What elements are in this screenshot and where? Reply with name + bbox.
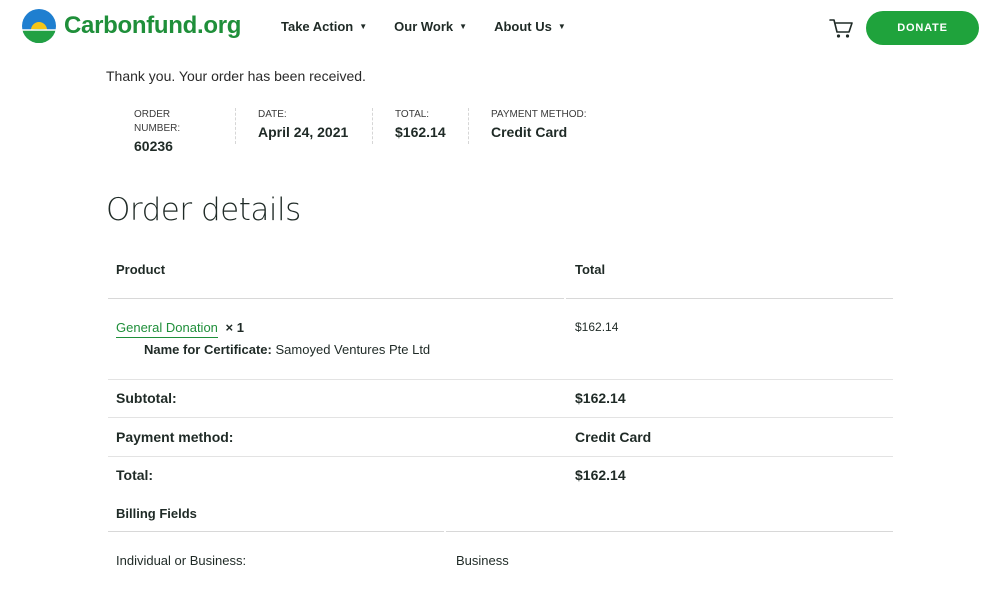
- donate-button[interactable]: DONATE: [866, 11, 979, 45]
- table-divider: [108, 456, 893, 457]
- nav-label: About Us: [494, 19, 552, 34]
- billing-field-value: Business: [456, 553, 509, 568]
- nav-about-us[interactable]: About Us ▼: [494, 19, 566, 34]
- item-meta-label: Name for Certificate:: [144, 342, 272, 357]
- table-divider: [108, 531, 444, 532]
- item-total: $162.14: [575, 320, 619, 334]
- nav-label: Our Work: [394, 19, 454, 34]
- overview-label: ORDER NUMBER:: [134, 109, 181, 134]
- billing-fields-title: Billing Fields: [116, 506, 197, 521]
- table-divider: [108, 298, 564, 299]
- total-value: $162.14: [575, 467, 626, 483]
- table-divider: [566, 298, 893, 299]
- site-header: Carbonfund.org Take Action ▼ Our Work ▼ …: [0, 0, 1000, 56]
- overview-order-number: ORDER NUMBER: 60236: [112, 108, 235, 154]
- table-divider: [108, 379, 893, 380]
- overview-label: TOTAL:: [395, 109, 430, 120]
- item-meta: Name for Certificate: Samoyed Ventures P…: [144, 342, 430, 357]
- overview-value: Credit Card: [491, 124, 568, 140]
- nav-label: Take Action: [281, 19, 354, 34]
- nav-take-action[interactable]: Take Action ▼: [281, 19, 367, 34]
- overview-value: 60236: [134, 138, 173, 154]
- caret-down-icon: ▼: [557, 22, 566, 31]
- product-quantity: × 1: [225, 320, 244, 335]
- overview-label: DATE:: [258, 109, 287, 120]
- overview-total: TOTAL: $162.14: [372, 108, 468, 144]
- thank-you-message: Thank you. Your order has been received.: [106, 68, 366, 84]
- order-details-title: Order details: [106, 192, 301, 228]
- order-item: General Donation × 1: [116, 320, 244, 338]
- order-overview: ORDER NUMBER: 60236 DATE: April 24, 2021…: [112, 108, 609, 154]
- table-divider: [108, 417, 893, 418]
- logo-icon: [22, 9, 56, 43]
- item-meta-value: Samoyed Ventures Pte Ltd: [275, 342, 431, 357]
- overview-value: $162.14: [395, 124, 446, 140]
- caret-down-icon: ▼: [459, 22, 468, 31]
- overview-label: PAYMENT METHOD:: [491, 109, 587, 120]
- caret-down-icon: ▼: [359, 22, 368, 31]
- product-link[interactable]: General Donation: [116, 320, 218, 338]
- logo[interactable]: Carbonfund.org: [21, 8, 241, 44]
- cart-icon[interactable]: [829, 17, 853, 39]
- total-label: Total:: [116, 467, 154, 483]
- column-header-product: Product: [116, 262, 166, 277]
- logo-text: Carbonfund.org: [64, 12, 242, 39]
- nav-our-work[interactable]: Our Work ▼: [394, 19, 467, 34]
- subtotal-value: $162.14: [575, 390, 626, 406]
- table-divider: [446, 531, 893, 532]
- billing-field-label: Individual or Business:: [116, 553, 247, 568]
- column-header-total: Total: [575, 262, 606, 277]
- overview-value: April 24, 2021: [258, 124, 349, 140]
- overview-payment-method: PAYMENT METHOD: Credit Card: [468, 108, 609, 144]
- overview-date: DATE: April 24, 2021: [235, 108, 372, 144]
- payment-method-label: Payment method:: [116, 429, 234, 445]
- main-nav: Take Action ▼ Our Work ▼ About Us ▼: [281, 19, 593, 34]
- payment-method-value: Credit Card: [575, 429, 652, 445]
- subtotal-label: Subtotal:: [116, 390, 177, 406]
